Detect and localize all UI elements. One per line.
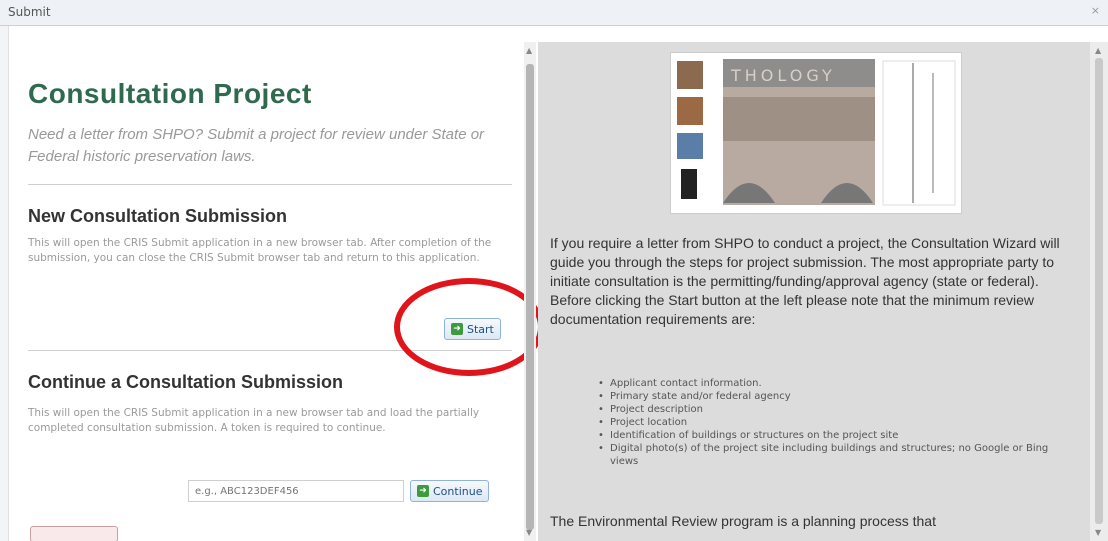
new-submission-heading: New Consultation Submission <box>28 206 288 226</box>
new-submission-description: This will open the CRIS Submit applicati… <box>28 237 492 264</box>
scroll-up-icon[interactable]: ▲ <box>1095 46 1101 55</box>
window-title: Submit <box>8 5 51 19</box>
list-item: Project description <box>598 403 1078 416</box>
left-scroll-thumb[interactable] <box>526 64 534 530</box>
continue-button-label: Continue <box>433 484 483 498</box>
list-item: Primary state and/or federal agency <box>598 390 1078 403</box>
environmental-review-text: The Environmental Review program is a pl… <box>550 513 936 529</box>
continue-button[interactable]: ➜ Continue <box>410 480 490 502</box>
requirements-intro: If you require a letter from SHPO to con… <box>550 235 1060 327</box>
architecture-illustration: THOLOGY <box>677 59 956 206</box>
window-titlebar: Submit × <box>0 0 1108 26</box>
left-scrollbar[interactable]: ▲ ▼ <box>524 42 536 541</box>
banner-text: THOLOGY <box>730 66 836 85</box>
continue-submission-description: This will open the CRIS Submit applicati… <box>28 407 480 434</box>
list-item: Identification of buildings or structure… <box>598 429 1078 442</box>
page-subtitle: Need a letter from SHPO? Submit a projec… <box>28 126 485 165</box>
close-icon[interactable]: × <box>1091 4 1100 17</box>
right-scrollbar[interactable]: ▲ ▼ <box>1090 42 1108 541</box>
right-scroll-thumb[interactable] <box>1095 58 1103 524</box>
right-panel: THOLOGY If you require a letter from SHP… <box>538 42 1090 541</box>
scroll-down-icon[interactable]: ▼ <box>526 528 532 537</box>
requirements-list: Applicant contact information. Primary s… <box>598 377 1078 468</box>
annotation-red-circle <box>394 278 544 376</box>
list-item: Digital photo(s) of the project site inc… <box>598 442 1078 468</box>
arrow-right-icon: ➜ <box>417 485 429 497</box>
divider <box>28 184 512 185</box>
page-title: Consultation Project <box>28 78 312 109</box>
architectural-drawing-image: THOLOGY <box>670 52 962 214</box>
list-item: Project location <box>598 416 1078 429</box>
scroll-up-icon[interactable]: ▲ <box>526 46 532 55</box>
scroll-down-icon[interactable]: ▼ <box>1095 528 1101 537</box>
list-item: Applicant contact information. <box>598 377 1078 390</box>
left-edge-strip <box>0 26 9 541</box>
token-input[interactable] <box>188 480 404 502</box>
partial-bottom-button[interactable] <box>30 526 118 541</box>
continue-submission-heading: Continue a Consultation Submission <box>28 372 343 392</box>
